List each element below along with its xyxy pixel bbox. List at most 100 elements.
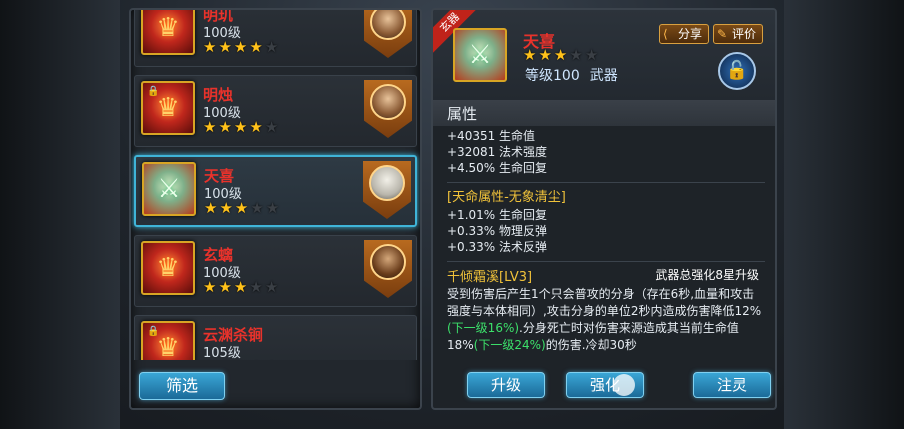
weapon-stars: ★ ★ ★ ★ ★	[523, 48, 598, 63]
touch-indicator	[613, 374, 635, 396]
star-filled-icon: ★	[203, 278, 217, 296]
skill-upgrade-condition: 武器总强化8星升级	[655, 268, 759, 282]
weapon-icon: ♛	[141, 241, 195, 295]
weapon-list-item[interactable]: ♛🔒云渊杀锏105级★★★★★	[134, 315, 417, 360]
skill-next-level-value: (下一级24%)	[473, 338, 546, 352]
star-empty-icon: ★	[249, 278, 263, 296]
attribute-line: +4.50% 生命回复	[447, 161, 547, 175]
share-label: 分享	[678, 27, 703, 41]
star-filled-icon: ★	[233, 118, 248, 136]
weapon-list-viewport[interactable]: ♛ 明玑 100级 ★ ★ ★ ★ ★ ♛ 🔒 明烛 100级 ★ ★ ★ ★ ★ ⚔ 天喜 100级 ★ ★ ★ ★ ★ ♛ 玄螭…	[131, 10, 420, 360]
weapon-glyph-icon: ♛	[156, 93, 180, 123]
weapon-list-item[interactable]: ⚔ 天喜 100级 ★ ★ ★ ★ ★	[134, 155, 417, 227]
star-filled-icon: ★	[249, 38, 263, 56]
weapon-glyph-icon: ♛	[156, 13, 180, 43]
star-filled-icon: ★	[203, 118, 217, 136]
attribute-line: +40351 生命值	[447, 129, 536, 143]
weapon-icon: ♛ 🔒	[141, 81, 195, 135]
skill-description: 受到伤害后产生1个只会普攻的分身（存在6秒,血量和攻击强度与本体相同）,攻击分身…	[447, 286, 765, 354]
star-filled-icon: ★	[538, 46, 552, 64]
weapon-glyph-icon: ⚔	[157, 174, 181, 204]
equipped-hero-badge	[364, 240, 412, 298]
background-left-edge	[0, 0, 120, 429]
hero-avatar	[370, 84, 406, 120]
star-filled-icon: ★	[249, 118, 263, 136]
review-label: 评价	[732, 27, 757, 41]
attribute-title-bar: 属性	[433, 100, 775, 126]
lock-icon: 🔒	[147, 326, 160, 337]
star-empty-icon: ★	[264, 278, 279, 296]
hero-avatar	[370, 10, 406, 40]
star-filled-icon: ★	[234, 199, 249, 217]
weapon-glyph-icon: ♛	[156, 253, 180, 283]
attribute-list: +40351 生命值 +32081 法术强度 +4.50% 生命回复	[447, 128, 765, 176]
fate-attribute-list: +1.01% 生命回复 +0.33% 物理反弹 +0.33% 法术反弹	[447, 207, 765, 255]
star-filled-icon: ★	[203, 38, 217, 56]
skill-next-level-value: (下一级16%)	[447, 321, 520, 335]
hero-avatar	[369, 165, 405, 201]
fate-attribute-line: +0.33% 法术反弹	[447, 240, 547, 254]
star-empty-icon: ★	[264, 38, 279, 56]
unlock-toggle-icon[interactable]: 🔓	[718, 52, 756, 90]
review-button[interactable]: ✎ 评价	[713, 24, 763, 44]
skill-name: 千倾霜溪[LV3]	[447, 270, 533, 285]
weapon-glyph-icon: ♛	[156, 333, 180, 360]
star-empty-icon: ★	[584, 46, 599, 64]
skill-desc-part: 的伤害.冷却30秒	[545, 338, 637, 352]
weapon-list-panel: ♛ 明玑 100级 ★ ★ ★ ★ ★ ♛ 🔒 明烛 100级 ★ ★ ★ ★ ★ ⚔ 天喜 100级 ★ ★ ★ ★ ★ ♛ 玄螭…	[129, 8, 422, 410]
weapon-meta: 等级100 武器	[525, 65, 618, 85]
star-filled-icon: ★	[218, 278, 232, 296]
detail-header: 玄器 ⚔ 天喜 ★ ★ ★ ★ ★ 等级100 武器 ⟨ 分享 ✎ 评价 🔓	[433, 10, 775, 100]
jade-blade-icon: ⚔	[468, 40, 492, 70]
star-empty-icon: ★	[569, 46, 583, 64]
weapon-item-stars: ★ ★ ★ ★ ★	[203, 120, 278, 135]
equipped-hero-badge	[363, 161, 411, 219]
star-filled-icon: ★	[219, 199, 233, 217]
fate-attribute-line: +0.33% 物理反弹	[447, 224, 547, 238]
star-filled-icon: ★	[523, 46, 537, 64]
divider	[447, 261, 765, 262]
share-button[interactable]: ⟨ 分享	[659, 24, 709, 44]
star-filled-icon: ★	[233, 38, 248, 56]
weapon-level: 等级100	[525, 68, 580, 84]
star-empty-icon: ★	[264, 118, 279, 136]
weapon-icon: ♛	[141, 10, 195, 55]
hero-avatar	[370, 244, 406, 280]
attribute-title: 属性	[447, 105, 478, 123]
star-filled-icon: ★	[218, 118, 232, 136]
spirit-infuse-button[interactable]: 注灵	[693, 372, 771, 398]
equipped-hero-badge	[364, 80, 412, 138]
weapon-type: 武器	[589, 68, 618, 84]
weapon-list-item[interactable]: ♛ 明玑 100级 ★ ★ ★ ★ ★	[134, 10, 417, 67]
star-filled-icon: ★	[204, 199, 218, 217]
lock-icon: 🔒	[147, 86, 160, 97]
fate-attribute-line: +1.01% 生命回复	[447, 208, 547, 222]
weapon-icon: ♛ 🔒	[141, 321, 195, 360]
skill-desc-part: 受到伤害后产生1个只会普攻的分身（存在6秒,血量和攻击强度与本体相同）,攻击分身…	[447, 287, 762, 318]
weapon-main-icon: ⚔	[453, 28, 507, 82]
share-icon: ⟨	[663, 27, 668, 41]
divider	[447, 182, 765, 183]
attribute-body: +40351 生命值 +32081 法术强度 +4.50% 生命回复 [天命属性-无…	[447, 128, 765, 354]
weapon-detail-panel: 玄器 ⚔ 天喜 ★ ★ ★ ★ ★ 等级100 武器 ⟨ 分享 ✎ 评价 🔓 属性 +40…	[431, 8, 777, 410]
weapon-item-stars: ★ ★ ★ ★ ★	[204, 201, 279, 216]
star-filled-icon: ★	[233, 278, 248, 296]
equipped-hero-badge	[364, 10, 412, 58]
filter-button[interactable]: 筛选	[139, 372, 225, 400]
star-empty-icon: ★	[265, 199, 280, 217]
weapon-item-stars: ★ ★ ★ ★ ★	[203, 280, 278, 295]
weapon-list-item[interactable]: ♛ 玄螭 100级 ★ ★ ★ ★ ★	[134, 235, 417, 307]
weapon-item-stars: ★ ★ ★ ★ ★	[203, 40, 278, 55]
attribute-line: +32081 法术强度	[447, 145, 548, 159]
skill-header: 千倾霜溪[LV3] 武器总强化8星升级	[447, 266, 765, 285]
weapon-list: ♛ 明玑 100级 ★ ★ ★ ★ ★ ♛ 🔒 明烛 100级 ★ ★ ★ ★ ★ ⚔ 天喜 100级 ★ ★ ★ ★ ★ ♛ 玄螭…	[131, 10, 420, 360]
upgrade-button[interactable]: 升级	[467, 372, 545, 398]
background-right-edge	[784, 0, 904, 429]
star-filled-icon: ★	[218, 38, 232, 56]
weapon-icon: ⚔	[142, 162, 196, 216]
star-empty-icon: ★	[250, 199, 264, 217]
edit-icon: ✎	[717, 27, 728, 41]
weapon-list-item[interactable]: ♛ 🔒 明烛 100级 ★ ★ ★ ★ ★	[134, 75, 417, 147]
star-filled-icon: ★	[553, 46, 568, 64]
fate-attribute-title: [天命属性-无象清尘]	[447, 190, 566, 205]
